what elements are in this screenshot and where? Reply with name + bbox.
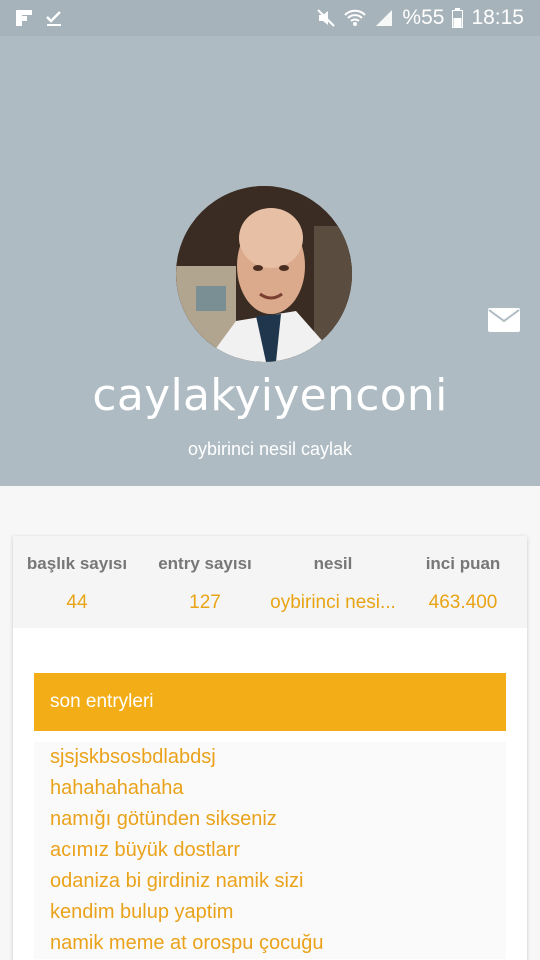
entry-link[interactable]: namığı götünden sikseniz bbox=[34, 804, 506, 835]
flipboard-icon bbox=[14, 8, 34, 28]
status-bar: %55 18:15 bbox=[0, 0, 540, 36]
signal-icon bbox=[374, 8, 394, 28]
stat-baslik-sayisi: başlık sayısı 44 bbox=[13, 554, 141, 614]
avatar bbox=[176, 186, 352, 362]
stat-value: 463.400 bbox=[428, 592, 498, 613]
entry-link[interactable]: namik meme at orospu çocuğu bbox=[34, 928, 506, 959]
mute-icon bbox=[316, 8, 336, 28]
battery-icon bbox=[452, 8, 464, 28]
stat-value: oybirinci nesi... bbox=[270, 592, 396, 613]
username: caylakyiyenconi bbox=[92, 370, 448, 421]
mail-icon[interactable] bbox=[488, 308, 520, 332]
entry-link[interactable]: hahahahahaha bbox=[34, 773, 506, 804]
checkmark-icon bbox=[44, 8, 64, 28]
wifi-icon bbox=[344, 8, 367, 28]
entry-link[interactable]: sjsjskbsosbdlabdsj bbox=[34, 742, 506, 773]
stat-nesil: nesil oybirinci nesi... bbox=[269, 554, 397, 614]
profile-header: caylakyiyenconi oybirinci nesil caylak bbox=[0, 36, 540, 486]
stat-value: 127 bbox=[189, 592, 221, 613]
entry-link[interactable]: kendim bulup yaptim bbox=[34, 897, 506, 928]
profile-card: başlık sayısı 44 entry sayısı 127 nesil … bbox=[13, 536, 527, 960]
stat-label: başlık sayısı bbox=[26, 554, 128, 573]
stats-row: başlık sayısı 44 entry sayısı 127 nesil … bbox=[13, 536, 527, 628]
recent-entries-header: son entryleri bbox=[34, 673, 506, 731]
stat-label: inci puan bbox=[425, 554, 501, 573]
entry-link[interactable]: acımız büyük dostlarr bbox=[34, 835, 506, 866]
stat-entry-sayisi: entry sayısı 127 bbox=[141, 554, 269, 614]
stat-label: nesil bbox=[313, 554, 353, 573]
generation-label: oybirinci nesil caylak bbox=[187, 439, 353, 459]
stat-inci-puan: inci puan 463.400 bbox=[399, 554, 527, 614]
battery-text: %55 bbox=[402, 6, 445, 29]
clock: 18:15 bbox=[471, 6, 524, 29]
entry-link[interactable]: odaniza bi girdiniz namik sizi bbox=[34, 866, 506, 897]
stat-label: entry sayısı bbox=[158, 554, 252, 573]
recent-entries-list: sjsjskbsosbdlabdsj hahahahahaha namığı g… bbox=[34, 742, 506, 959]
stat-value: 44 bbox=[66, 592, 88, 613]
